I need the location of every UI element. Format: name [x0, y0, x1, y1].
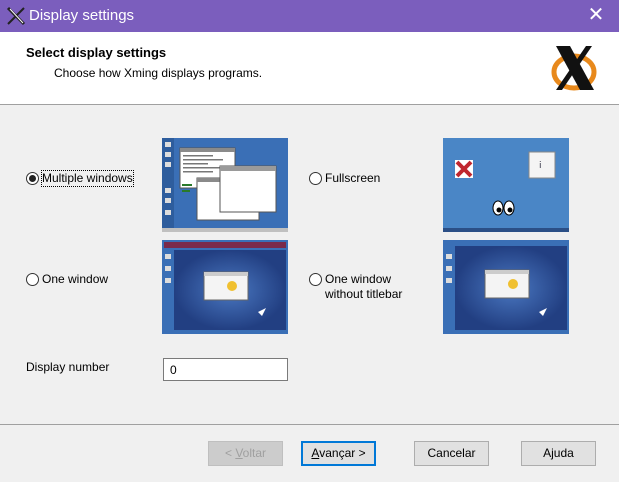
back-prefix: <	[224, 446, 236, 460]
display-number-input[interactable]	[163, 358, 288, 381]
radio-dot[interactable]	[309, 273, 322, 286]
page-subtitle: Choose how Xming displays programs.	[54, 66, 263, 80]
preview-one-window-no-titlebar	[443, 240, 569, 334]
close-icon: ✕	[587, 4, 605, 26]
display-number-label: Display number	[26, 360, 110, 374]
label-line-1: One window	[325, 272, 392, 286]
back-button[interactable]: < Voltar	[208, 441, 283, 466]
page-title: Select display settings	[26, 45, 167, 60]
preview-multiple-windows	[162, 138, 288, 232]
close-button[interactable]: ✕	[573, 0, 619, 32]
preview-fullscreen: i	[443, 138, 569, 232]
radio-dot[interactable]	[26, 273, 39, 286]
back-mnemonic: V	[235, 446, 243, 460]
svg-text:i: i	[539, 161, 542, 171]
window-title: Display settings	[29, 7, 135, 24]
help-button[interactable]: Ajuda	[521, 441, 596, 466]
radio-label-fullscreen: Fullscreen	[325, 171, 381, 185]
preview-one-window	[162, 240, 288, 334]
next-button[interactable]: Avançar >	[301, 441, 376, 466]
cancel-button[interactable]: Cancelar	[414, 441, 489, 466]
radio-multiple-windows[interactable]: Multiple windows	[26, 170, 134, 187]
radio-label-one-window-no-titlebar: One window without titlebar	[325, 272, 402, 302]
xming-app-icon	[6, 6, 26, 26]
footer-divider	[0, 424, 619, 425]
radio-dot[interactable]	[26, 172, 39, 185]
radio-label-multiple-windows: Multiple windows	[41, 170, 134, 187]
next-rest: vançar >	[319, 446, 366, 460]
radio-one-window-no-titlebar[interactable]: One window without titlebar	[309, 272, 402, 302]
wizard-header: Select display settings Choose how Xming…	[0, 32, 619, 105]
radio-fullscreen[interactable]: Fullscreen	[309, 171, 380, 186]
radio-dot[interactable]	[309, 172, 322, 185]
title-bar: Display settings ✕	[0, 0, 619, 32]
label-line-2: without titlebar	[325, 287, 403, 301]
radio-one-window[interactable]: One window	[26, 272, 108, 287]
xming-logo-icon	[551, 46, 597, 91]
back-rest: oltar	[242, 446, 267, 460]
radio-label-one-window: One window	[42, 272, 109, 286]
